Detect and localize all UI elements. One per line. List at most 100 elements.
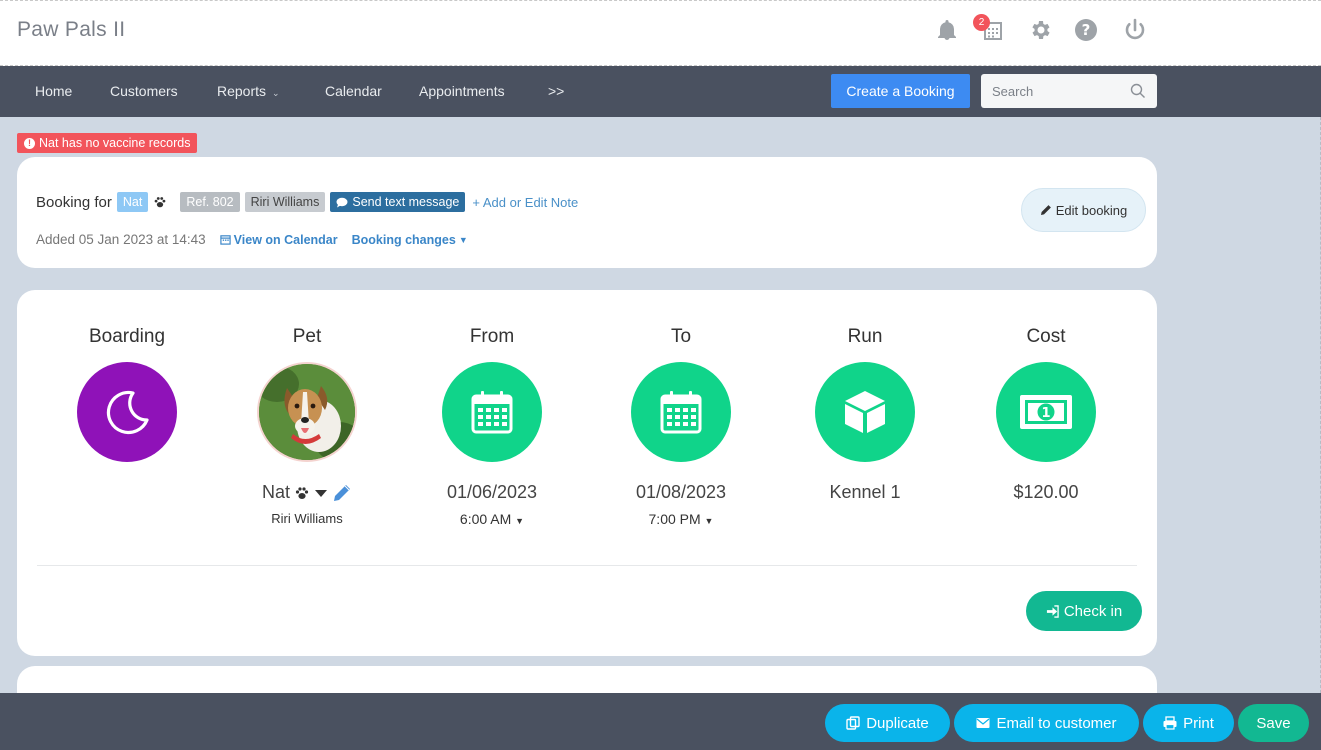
exclamation-icon: !	[24, 137, 35, 149]
from-time-dropdown[interactable]: 6:00 AM ▼	[417, 511, 567, 527]
envelope-icon	[976, 718, 990, 728]
email-label: Email to customer	[996, 714, 1117, 732]
gear-icon[interactable]	[1027, 17, 1053, 43]
search-input[interactable]	[981, 74, 1131, 108]
run-title: Run	[847, 326, 883, 347]
booking-line: Booking for Nat Ref. 802 Riri Williams S…	[36, 192, 578, 212]
calendar-small-icon	[219, 235, 231, 245]
check-in-button[interactable]: Check in	[1026, 591, 1142, 631]
svg-text:?: ?	[1082, 21, 1091, 39]
cost-button[interactable]: 1	[996, 362, 1096, 462]
view-calendar-label: View on Calendar	[233, 232, 338, 247]
next-card	[17, 666, 1157, 696]
check-in-label: Check in	[1063, 602, 1123, 620]
cost-title: Cost	[1026, 326, 1066, 347]
vaccine-alert: ! Nat has no vaccine records	[17, 133, 198, 153]
from-date-button[interactable]	[442, 362, 542, 462]
vaccine-alert-text: Nat has no vaccine records	[39, 136, 191, 150]
nav-reports[interactable]: Reports ⌄	[217, 83, 280, 99]
run-value: Kennel 1	[829, 482, 901, 502]
main-content: ! Nat has no vaccine records Booking for…	[0, 117, 1321, 696]
box-icon	[845, 391, 885, 433]
calendar-icon	[660, 391, 702, 434]
nav-appointments[interactable]: Appointments	[419, 83, 505, 99]
duplicate-button[interactable]: Duplicate	[825, 704, 950, 742]
from-time: 6:00 AM	[459, 511, 512, 527]
footer-actions: Duplicate Email to customer Print Save	[0, 693, 1321, 750]
booking-changes-dropdown[interactable]: Booking changes ▼	[352, 233, 468, 247]
nav-customers[interactable]: Customers	[110, 83, 178, 99]
paw-icon	[155, 197, 166, 208]
to-time: 7:00 PM	[648, 511, 701, 527]
booking-for-label: Booking for	[36, 193, 112, 211]
printer-icon	[1163, 716, 1177, 730]
email-customer-button[interactable]: Email to customer	[954, 704, 1139, 742]
edit-booking-label: Edit booking	[1055, 202, 1128, 218]
paw-icon	[295, 486, 309, 499]
run-button[interactable]	[815, 362, 915, 462]
pet-photo[interactable]	[257, 362, 357, 462]
comment-icon	[336, 197, 348, 207]
nav-calendar[interactable]: Calendar	[325, 83, 382, 99]
save-label: Save	[1256, 714, 1291, 732]
power-icon[interactable]	[1122, 17, 1148, 43]
sign-in-icon	[1046, 604, 1059, 618]
ref-tag: Ref. 802	[180, 192, 240, 212]
copy-icon	[846, 716, 860, 730]
to-title: To	[670, 326, 692, 347]
pet-title: Pet	[292, 326, 322, 347]
main-nav: Home Customers Reports ⌄ Calendar Appoint…	[0, 66, 1321, 117]
money-icon: 1	[1020, 395, 1072, 429]
dog-photo	[259, 364, 355, 460]
send-text-label: Send text message	[352, 195, 460, 209]
to-date-button[interactable]	[631, 362, 731, 462]
nav-reports-label: Reports	[217, 83, 267, 99]
duplicate-label: Duplicate	[866, 714, 929, 732]
edit-booking-button[interactable]: Edit booking	[1021, 188, 1146, 232]
search-box	[981, 74, 1157, 108]
create-booking-button[interactable]: Create a Booking	[831, 74, 970, 108]
owner-tag[interactable]: Riri Williams	[244, 192, 326, 212]
caret-down-icon: ▼	[515, 516, 525, 526]
svg-text:1: 1	[1041, 406, 1050, 421]
send-text-button[interactable]: Send text message	[330, 192, 466, 212]
print-label: Print	[1183, 714, 1214, 732]
pet-name: Nat	[261, 482, 290, 502]
booking-changes-label: Booking changes	[351, 232, 456, 247]
help-icon[interactable]: ?	[1073, 17, 1099, 43]
from-title: From	[469, 326, 515, 347]
caret-down-icon[interactable]	[314, 488, 328, 498]
view-calendar-link[interactable]: View on Calendar	[219, 232, 338, 247]
added-date: Added 05 Jan 2023 at 14:43	[36, 232, 206, 247]
caret-down-icon: ▼	[458, 234, 468, 245]
nav-home[interactable]: Home	[35, 83, 72, 99]
chevron-down-icon: ⌄	[272, 88, 280, 98]
boarding-button[interactable]	[77, 362, 177, 462]
pencil-icon[interactable]	[332, 483, 352, 503]
moon-icon	[106, 390, 149, 434]
to-time-dropdown[interactable]: 7:00 PM ▼	[606, 511, 756, 527]
caret-down-icon: ▼	[704, 516, 714, 526]
print-button[interactable]: Print	[1143, 704, 1234, 742]
to-date: 01/08/2023	[635, 482, 727, 502]
app-title: Paw Pals II	[17, 18, 126, 41]
pet-owner: Riri Williams	[271, 511, 343, 526]
bell-icon[interactable]	[934, 17, 960, 43]
added-line: Added 05 Jan 2023 at 14:43 View on Calen…	[36, 232, 468, 247]
save-button[interactable]: Save	[1238, 704, 1309, 742]
pencil-icon	[1040, 205, 1051, 215]
pet-tag[interactable]: Nat	[116, 192, 149, 212]
nav-more[interactable]: >>	[548, 83, 564, 99]
divider	[37, 565, 1137, 566]
app-header: Paw Pals II 2 ?	[0, 0, 1321, 66]
search-icon[interactable]	[1130, 83, 1146, 99]
notification-badge: 2	[973, 14, 990, 31]
service-title: Boarding	[88, 326, 166, 347]
calendar-icon	[471, 391, 513, 434]
add-note-link[interactable]: + Add or Edit Note	[472, 195, 578, 210]
pet-name-row: Nat	[232, 482, 382, 503]
from-date: 01/06/2023	[446, 482, 538, 502]
booking-details-card: Boarding Pet Nat Riri Williams From 01/0…	[17, 290, 1157, 656]
cost-value: $120.00	[1013, 482, 1079, 502]
booking-summary-card: Booking for Nat Ref. 802 Riri Williams S…	[17, 157, 1157, 268]
